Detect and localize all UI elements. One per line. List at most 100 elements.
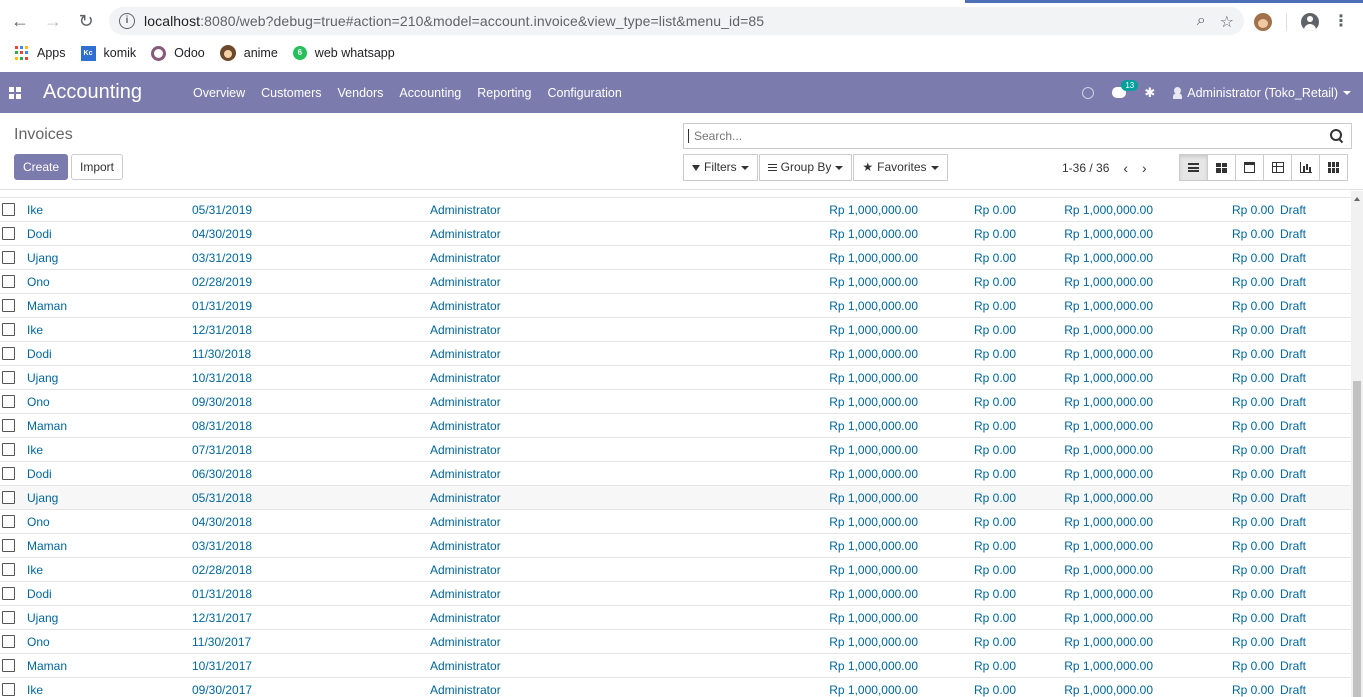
search-bar[interactable]: Search... [683,123,1352,149]
list-icon [1188,163,1199,172]
site-info-icon[interactable]: i [119,13,135,29]
pager-previous-icon[interactable]: ‹ [1123,160,1128,176]
bookmark-star-icon[interactable]: ☆ [1220,12,1234,32]
app-title[interactable]: Accounting [43,81,193,104]
activity-clock-icon[interactable] [1082,86,1095,99]
menu-accounting[interactable]: Accounting [391,86,469,100]
table-row[interactable]: Ike 12/31/2018 Administrator Rp 1,000,000.0… [0,317,1351,341]
table-row[interactable]: Ono 09/30/2018 Administrator Rp 1,000,000.0… [0,389,1351,413]
menu-customers[interactable]: Customers [253,86,329,100]
row-checkbox[interactable] [2,539,15,552]
row-checkbox[interactable] [2,371,15,384]
import-button[interactable]: Import [71,154,124,180]
pager-value[interactable]: 1-36 / 36 [1062,161,1109,175]
user-menu[interactable]: Administrator (Toko_Retail) [1173,86,1351,100]
back-arrow-icon[interactable]: ← [7,8,33,34]
menu-configuration[interactable]: Configuration [539,86,629,100]
total-signed-cell: Rp 1,000,000.00 [1064,539,1153,553]
row-checkbox[interactable] [2,275,15,288]
address-bar[interactable]: i localhost:8080/web?debug=true#action=2… [109,7,1244,35]
calendar-view-button[interactable] [1235,154,1264,181]
search-icon[interactable] [1329,128,1345,144]
row-checkbox[interactable] [2,659,15,672]
create-button[interactable]: Create [14,154,69,180]
table-row[interactable]: Maman 03/31/2018 Administrator Rp 1,000,000… [0,533,1351,557]
pivot-view-button[interactable] [1263,154,1292,181]
scrollbar-thumb[interactable] [1353,381,1361,697]
messages-icon[interactable]: 13 [1112,80,1139,98]
bookmark-odoo[interactable]: Odoo [151,45,205,61]
search-input[interactable]: Search... [688,129,1329,143]
scrollbar[interactable] [1351,191,1363,697]
group-by-button[interactable]: Group By [758,154,853,181]
table-row[interactable]: Ono 04/30/2018 Administrator Rp 1,000,000.0… [0,509,1351,533]
activity-view-button[interactable] [1319,154,1348,181]
table-row[interactable]: Ujang 10/31/2018 Administrator Rp 1,000,000… [0,365,1351,389]
row-checkbox[interactable] [2,443,15,456]
row-checkbox[interactable] [2,467,15,480]
table-row[interactable]: Ujang 12/31/2017 Administrator Rp 1,000,000… [0,605,1351,629]
table-row[interactable]: Maman 01/31/2019 Administrator Rp 1,000,000… [0,293,1351,317]
total-signed-cell: Rp 1,000,000.00 [1064,515,1153,529]
zoom-search-icon[interactable]: ⌕ [1197,12,1206,32]
table-row[interactable]: Ike 05/31/2019 Administrator Rp 1,000,000.0… [0,197,1351,221]
scroll-up-icon[interactable] [1354,197,1360,201]
graph-view-button[interactable] [1291,154,1320,181]
menu-vendors[interactable]: Vendors [330,86,392,100]
star-icon: ★ [862,160,874,174]
view-switcher [1179,154,1348,181]
row-checkbox[interactable] [2,251,15,264]
bookmark-apps[interactable]: Apps [15,46,66,60]
row-checkbox[interactable] [2,635,15,648]
customer-cell: Ujang [27,371,59,385]
row-checkbox[interactable] [2,323,15,336]
menu-overview[interactable]: Overview [193,86,253,100]
total-cell: Rp 1,000,000.00 [829,275,918,289]
table-row[interactable]: Ujang 05/31/2018 Administrator Rp 1,000,000… [0,485,1351,509]
row-checkbox[interactable] [2,611,15,624]
row-checkbox[interactable] [2,227,15,240]
url-text[interactable]: localhost:8080/web?debug=true#action=210… [144,13,764,29]
bookmark-komik[interactable]: Kc komik [80,45,136,61]
table-row[interactable]: Ono 11/30/2017 Administrator Rp 1,000,000.0… [0,629,1351,653]
table-row[interactable]: Dodi 01/31/2018 Administrator Rp 1,000,000.… [0,581,1351,605]
table-row[interactable]: Ike 07/31/2018 Administrator Rp 1,000,000.0… [0,437,1351,461]
row-checkbox[interactable] [2,203,15,216]
row-checkbox[interactable] [2,299,15,312]
profile-avatar-icon[interactable] [1301,13,1319,31]
menu-reporting[interactable]: Reporting [469,86,539,100]
table-row[interactable]: Dodi 04/30/2019 Administrator Rp 1,000,000.… [0,221,1351,245]
reload-icon[interactable]: ↻ [73,8,99,34]
pager-next-icon[interactable]: › [1142,160,1147,176]
row-checkbox[interactable] [2,587,15,600]
extension-monkey-icon[interactable] [1254,13,1272,31]
kanban-view-button[interactable] [1207,154,1236,181]
list-view-button[interactable] [1179,154,1208,181]
debug-bug-icon[interactable]: ✱ [1144,85,1155,101]
salesperson-cell: Administrator [430,275,501,289]
row-checkbox[interactable] [2,563,15,576]
table-row[interactable]: Ike 02/28/2018 Administrator Rp 1,000,000.0… [0,557,1351,581]
app-switcher-icon[interactable] [9,86,21,99]
forward-arrow-icon[interactable]: → [40,8,66,34]
table-row[interactable]: Maman 10/31/2017 Administrator Rp 1,000,000… [0,653,1351,677]
table-row[interactable]: Dodi 06/30/2018 Administrator Rp 1,000,000.… [0,461,1351,485]
row-checkbox[interactable] [2,419,15,432]
row-checkbox[interactable] [2,347,15,360]
row-checkbox[interactable] [2,395,15,408]
row-checkbox[interactable] [2,683,15,696]
amount-due-cell: Rp 0.00 [1231,275,1274,289]
row-checkbox[interactable] [2,515,15,528]
table-row[interactable]: Dodi 11/30/2018 Administrator Rp 1,000,000.… [0,341,1351,365]
table-row[interactable]: Maman 08/31/2018 Administrator Rp 1,000,000… [0,413,1351,437]
bookmark-anime[interactable]: anime [219,45,278,61]
favorites-button[interactable]: ★ Favorites [853,154,948,181]
status-cell: Draft [1280,515,1307,529]
browser-menu-icon[interactable]: ⋮ [1333,14,1349,30]
table-row[interactable]: Ono 02/28/2019 Administrator Rp 1,000,000.0… [0,269,1351,293]
table-row[interactable]: Ike 09/30/2017 Administrator Rp 1,000,000.0… [0,677,1351,697]
row-checkbox[interactable] [2,491,15,504]
bookmark-web-whatsapp[interactable]: 6 web whatsapp [292,46,395,60]
table-row[interactable]: Ujang 03/31/2019 Administrator Rp 1,000,000… [0,245,1351,269]
filters-button[interactable]: Filters [683,154,758,181]
